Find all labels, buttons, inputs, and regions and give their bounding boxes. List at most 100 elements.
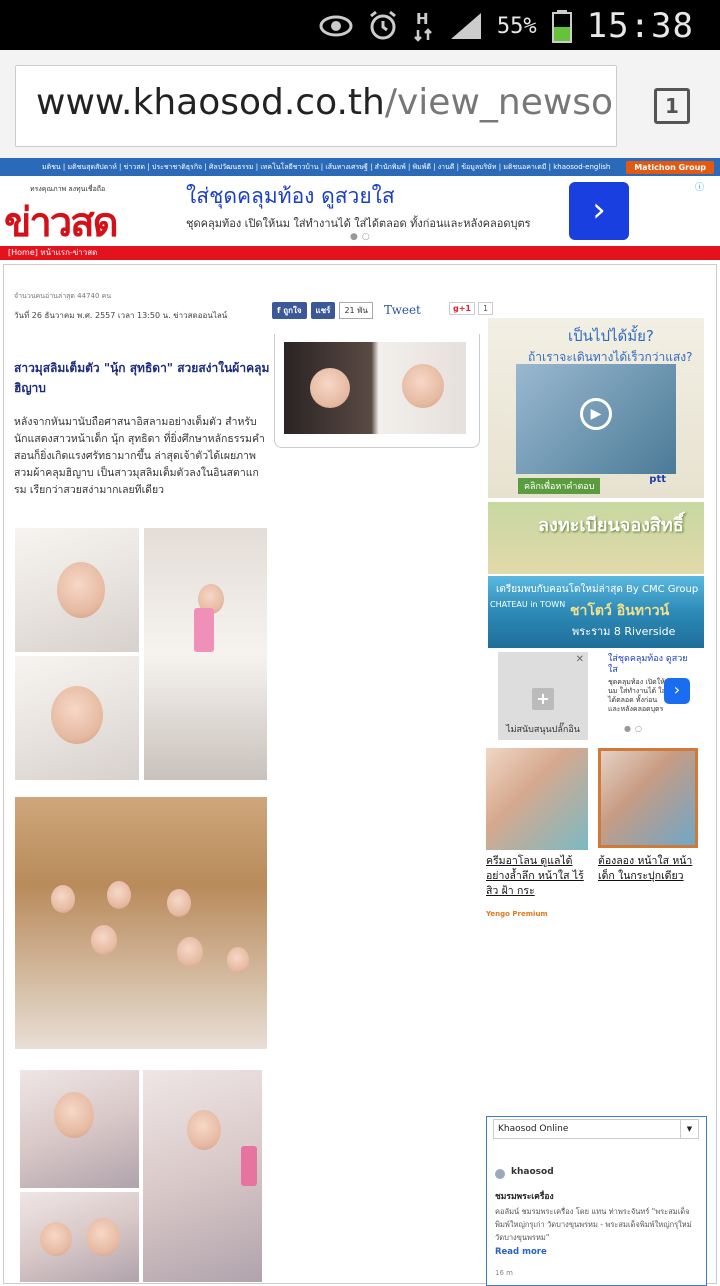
read-more-link[interactable]: Read more xyxy=(495,1247,547,1257)
tweet-button[interactable]: Tweet xyxy=(384,303,421,317)
article-photo[interactable] xyxy=(143,1070,262,1282)
face-shape xyxy=(107,881,131,909)
face-shape xyxy=(227,947,249,973)
url-text[interactable]: www.khaosod.co.th/view_newsonline. xyxy=(36,82,616,123)
face-shape xyxy=(51,686,103,744)
info-icon[interactable]: ⓘ xyxy=(695,180,704,193)
face-shape xyxy=(40,1222,72,1256)
cmc-ad[interactable]: เตรียมพบกับคอนโดใหม่ล่าสุด By CMC Group … xyxy=(488,576,704,648)
mini-ad-title[interactable]: ใส่ชุดคลุมท้อง ดูสวยใส xyxy=(608,654,692,676)
inset-photo[interactable] xyxy=(284,342,466,434)
site-top-nav: มติชน | มติชนสุดสัปดาห์ | ข่าวสด | ประชา… xyxy=(0,158,720,176)
yengo-brand[interactable]: Yengo Premium xyxy=(486,910,548,918)
mini-ad-desc: ชุดคลุมท้อง เปิดให้นม ใส่ทำงานได้ ใส่ได้… xyxy=(608,678,666,713)
face-shape xyxy=(402,364,444,408)
plugin-icon: + xyxy=(532,688,554,710)
article-photo[interactable] xyxy=(20,1192,139,1282)
yengo-ad-image[interactable] xyxy=(486,748,588,850)
url-bar[interactable]: www.khaosod.co.th/view_newsonline. xyxy=(15,65,617,147)
top-ad-desc[interactable]: ชุดคลุมท้อง เปิดให้นม ใส่ทำงานได้ ใส่ได้… xyxy=(186,214,531,232)
mini-ad-pager-dots[interactable]: ●○ xyxy=(624,724,646,733)
gplus-button[interactable]: g+1 xyxy=(449,302,475,315)
face-shape xyxy=(51,885,75,913)
chevron-down-icon[interactable]: ▼ xyxy=(680,1120,698,1138)
mini-ad-arrow-button[interactable]: › xyxy=(664,678,690,704)
article-photo[interactable] xyxy=(144,528,267,780)
top-ad-pager-dots[interactable]: ●○ xyxy=(350,232,374,242)
play-icon[interactable]: ▶ xyxy=(580,398,612,430)
cmc-ad-location: พระราม 8 Riverside xyxy=(572,625,676,638)
face-shape xyxy=(167,889,191,917)
register-ad[interactable]: ลงทะเบียนจองสิทธิ์ xyxy=(488,502,704,574)
face-shape xyxy=(57,562,105,618)
battery-percent: 55% xyxy=(496,13,537,39)
unsupported-plugin-label: ไม่สนับสนุนปลั๊กอิน xyxy=(506,725,580,735)
url-path: /view_newsonline. xyxy=(384,82,616,123)
source-avatar xyxy=(495,1169,505,1179)
cmc-ad-title: ชาโตว์ อินทาวน์ xyxy=(570,603,670,619)
ptt-logo: ptt xyxy=(649,474,666,485)
feed-select[interactable]: Khaosod Online ▼ xyxy=(493,1119,699,1139)
feed-select-value: Khaosod Online xyxy=(498,1124,569,1134)
unsupported-plugin-box: ✕ + ไม่สนับสนุนปลั๊กอิน xyxy=(498,652,588,740)
register-ad-text: ลงทะเบียนจองสิทธิ์ xyxy=(538,515,684,536)
facebook-like-button[interactable]: f ถูกใจ xyxy=(272,302,307,319)
article-headline: สาวมุสลิมเต็มตัว "นุ้ก สุทธิดา" สวยสง่าใ… xyxy=(14,361,270,395)
face-shape xyxy=(187,1110,221,1150)
close-icon[interactable]: ✕ xyxy=(576,654,584,665)
reader-count: จำนวนคนอ่านล่าสุด 44740 คน xyxy=(14,292,112,300)
alarm-icon xyxy=(369,10,396,40)
face-shape xyxy=(310,368,350,408)
ptt-ad-headline: เป็นไปได้มั้ย? xyxy=(568,327,654,345)
top-ad-arrow-button[interactable]: › xyxy=(569,182,629,240)
group-links[interactable]: มติชน | มติชนสุดสัปดาห์ | ข่าวสด | ประชา… xyxy=(42,158,610,176)
signal-icon xyxy=(450,13,481,39)
share-count: 21 พัน xyxy=(339,302,373,319)
ptt-ad-cta[interactable]: คลิกเพื่อหาคำตอบ xyxy=(518,478,601,494)
browser-toolbar: www.khaosod.co.th/view_newsonline. 1 xyxy=(0,50,720,158)
yengo-ad-caption[interactable]: ต้องลอง หน้าใส หน้าเด็ก ในกระปุกเดียว xyxy=(598,854,698,884)
cmc-ad-tagline: เตรียมพบกับคอนโดใหม่ล่าสุด By CMC Group xyxy=(496,584,699,595)
network-type-icon: H xyxy=(414,10,432,42)
phone-shape xyxy=(241,1146,257,1186)
yengo-ad-image[interactable] xyxy=(598,748,698,848)
face-shape xyxy=(177,937,203,967)
facebook-share-button[interactable]: แชร์ xyxy=(310,302,336,319)
ptt-ad[interactable]: เป็นไปได้มั้ย? ถ้าเราจะเดินทางได้เร็วกว่… xyxy=(488,318,704,498)
article-photo[interactable] xyxy=(15,656,139,780)
url-domain: www.khaosod.co.th xyxy=(36,82,385,123)
masthead: ทรงคุณภาพ ลงทุนเชื่อถือ ข่าวสด ใส่ชุดคลุ… xyxy=(0,176,720,246)
gplus-row: g+1 1 xyxy=(449,302,494,315)
mini-ad[interactable]: ✕ + ไม่สนับสนุนปลั๊กอิน ใส่ชุดคลุมท้อง ด… xyxy=(488,650,704,740)
feed-post-body: คอลัมน์ ชมรมพระเครื่อง โดย แทน ท่าพระจัน… xyxy=(495,1207,692,1242)
article-photo[interactable] xyxy=(15,797,267,1049)
top-ad-title[interactable]: ใส่ชุดคลุมท้อง ดูสวยใส xyxy=(186,180,395,213)
like-label: ถูกใจ xyxy=(283,306,302,315)
feed-post-time: 16 m xyxy=(495,1269,513,1277)
tab-count-button[interactable]: 1 xyxy=(654,88,690,124)
site-logo[interactable]: ทรงคุณภาพ ลงทุนเชื่อถือ ข่าวสด xyxy=(4,184,154,246)
feed-post-title[interactable]: ชมรมพระเครื่อง xyxy=(495,1189,554,1203)
breadcrumb[interactable]: [Home] หน้าแรก-ข่าวสด xyxy=(0,246,720,260)
article-photo[interactable] xyxy=(15,528,139,652)
article-date: วันที่ 26 ธันวาคม พ.ศ. 2557 เวลา 13:50 น… xyxy=(14,311,228,320)
article-photo[interactable] xyxy=(20,1070,139,1188)
matichon-group-badge[interactable]: Matichon Group xyxy=(626,161,714,174)
khaosod-feed-widget: Khaosod Online ▼ khaosod ชมรมพระเครื่อง ค… xyxy=(486,1116,707,1286)
battery-icon xyxy=(551,10,572,43)
cmc-ad-brand: CHATEAU in TOWN xyxy=(490,600,566,609)
eye-icon xyxy=(319,15,353,37)
face-shape xyxy=(91,925,117,955)
status-bar: H 55% 15:38 xyxy=(0,0,720,50)
face-shape xyxy=(54,1092,94,1138)
feed-source[interactable]: khaosod xyxy=(511,1167,554,1177)
yengo-ad-caption[interactable]: ครีมอาโลน ดูแลได้อย่างล้ำลึก หน้าใส ไร้ส… xyxy=(486,854,588,899)
article-lede: หลังจากหันมานับถือศาสนาอิสลามอย่างเต็มตั… xyxy=(14,416,265,496)
logo-name: ข่าวสด xyxy=(4,199,119,246)
svg-text:H: H xyxy=(416,10,429,28)
face-shape xyxy=(86,1218,120,1256)
clock: 15:38 xyxy=(586,6,694,46)
gplus-count: 1 xyxy=(478,302,494,315)
facebook-share-row: f ถูกใจ แชร์ 21 พัน xyxy=(272,302,373,319)
phone-shape xyxy=(194,608,214,652)
